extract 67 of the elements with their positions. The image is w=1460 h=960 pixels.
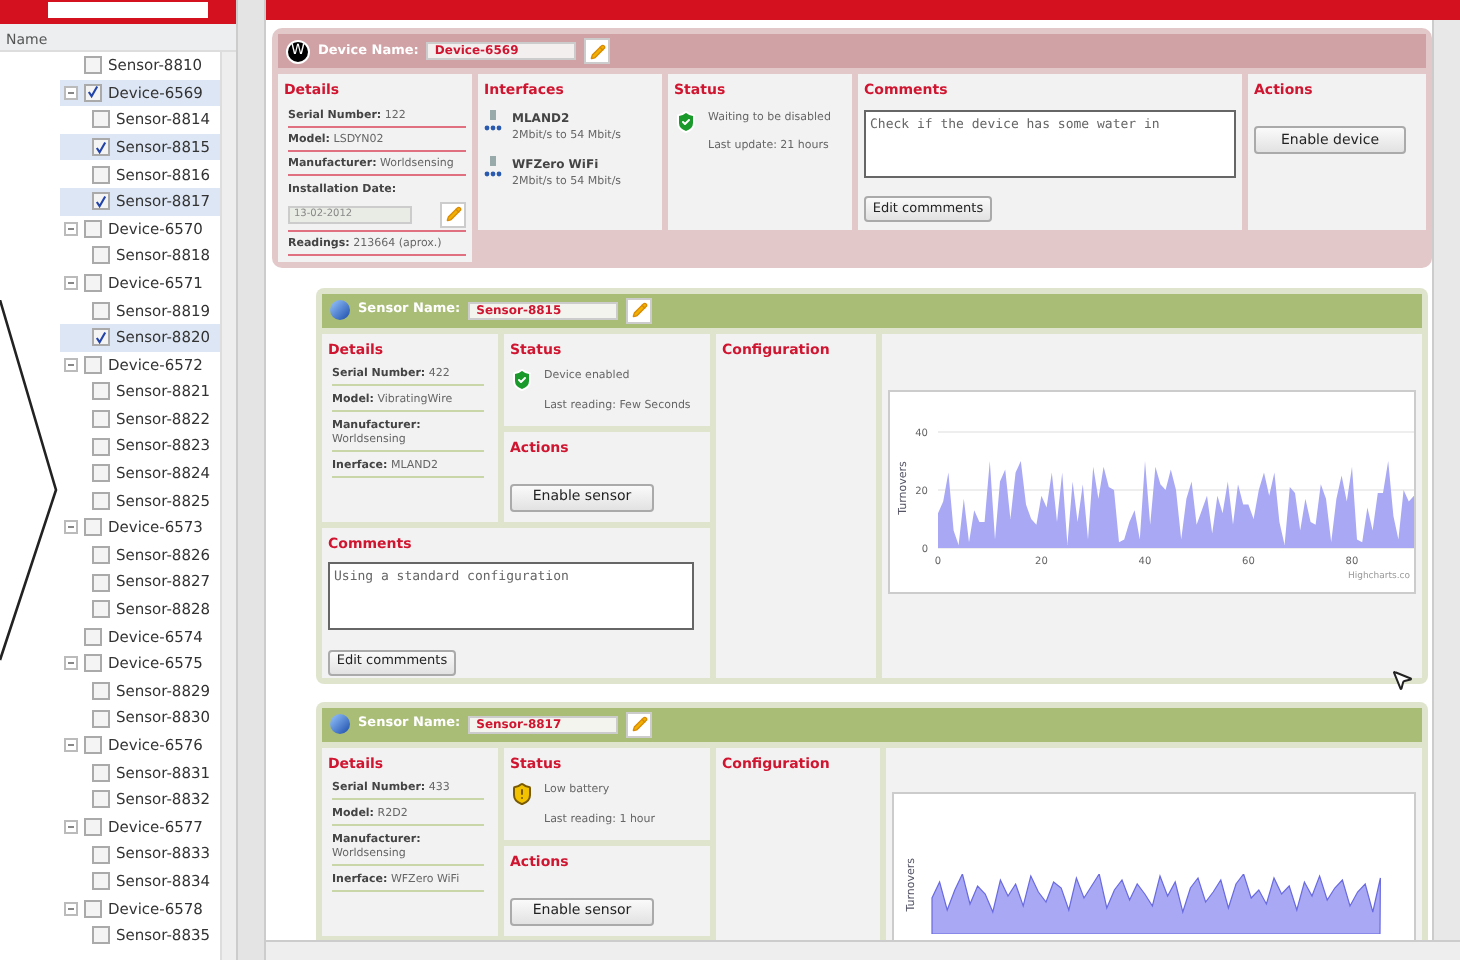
checkbox[interactable] <box>84 654 102 673</box>
collapse-icon[interactable] <box>64 85 78 100</box>
pencil-icon <box>589 43 606 59</box>
scrollbar[interactable] <box>266 940 1460 960</box>
checkmark-icon <box>86 84 100 101</box>
pencil-icon <box>445 206 461 223</box>
checkbox[interactable] <box>92 845 110 864</box>
checkbox[interactable] <box>92 165 110 184</box>
checkbox[interactable] <box>84 899 102 918</box>
checkbox[interactable] <box>84 355 102 374</box>
checkbox[interactable] <box>92 138 110 157</box>
shield-warning-icon <box>510 782 534 807</box>
scrollbar[interactable] <box>1432 20 1460 940</box>
checkbox[interactable] <box>92 246 110 265</box>
collapse-icon[interactable] <box>64 276 78 291</box>
checkbox[interactable] <box>92 437 110 456</box>
edit-button[interactable] <box>626 711 653 738</box>
checkbox[interactable] <box>84 627 102 646</box>
checkbox[interactable] <box>92 301 110 320</box>
search-field[interactable] <box>48 2 208 18</box>
checkbox[interactable] <box>84 83 102 102</box>
network-icon <box>484 155 502 178</box>
checkmark-icon <box>94 329 108 346</box>
checkbox[interactable] <box>84 817 102 836</box>
pencil-icon <box>631 302 648 319</box>
collapse-icon[interactable] <box>64 738 78 753</box>
checkbox[interactable] <box>92 573 110 592</box>
cursor-icon <box>1390 668 1414 692</box>
network-icon <box>484 109 502 131</box>
collapse-icon[interactable] <box>64 357 78 372</box>
collapse-icon[interactable] <box>64 656 78 671</box>
edit-button[interactable] <box>626 297 653 324</box>
checkbox[interactable] <box>84 56 102 75</box>
shield-check-icon <box>510 368 534 393</box>
edit-button[interactable] <box>440 201 466 228</box>
checkbox[interactable] <box>92 328 110 347</box>
checkbox[interactable] <box>92 110 110 129</box>
collapse-icon[interactable] <box>64 221 78 236</box>
checkbox[interactable] <box>92 709 110 728</box>
checkbox[interactable] <box>92 192 110 211</box>
pencil-icon <box>631 716 648 733</box>
checkbox[interactable] <box>92 763 110 782</box>
collapse-icon[interactable] <box>64 520 78 535</box>
edit-button[interactable] <box>584 38 611 64</box>
scrollbar[interactable] <box>220 52 237 960</box>
globe-icon <box>330 300 350 321</box>
checkbox[interactable] <box>92 872 110 891</box>
checkbox[interactable] <box>92 382 110 401</box>
checkmark-icon <box>94 139 108 156</box>
collapse-icon[interactable] <box>64 819 78 834</box>
checkbox[interactable] <box>92 790 110 809</box>
globe-icon <box>330 714 350 735</box>
checkbox[interactable] <box>84 219 102 238</box>
splitter[interactable] <box>238 0 266 960</box>
checkbox[interactable] <box>92 600 110 619</box>
shield-check-icon <box>674 109 698 133</box>
checkbox[interactable] <box>92 681 110 700</box>
checkbox[interactable] <box>84 518 102 537</box>
checkbox[interactable] <box>92 545 110 564</box>
checkbox[interactable] <box>84 274 102 293</box>
checkbox[interactable] <box>92 464 110 483</box>
checkbox[interactable] <box>92 491 110 510</box>
checkmark-icon <box>94 193 108 210</box>
checkbox[interactable] <box>92 410 110 429</box>
collapse-icon[interactable] <box>64 901 78 916</box>
checkbox[interactable] <box>92 926 110 945</box>
checkbox[interactable] <box>84 736 102 755</box>
